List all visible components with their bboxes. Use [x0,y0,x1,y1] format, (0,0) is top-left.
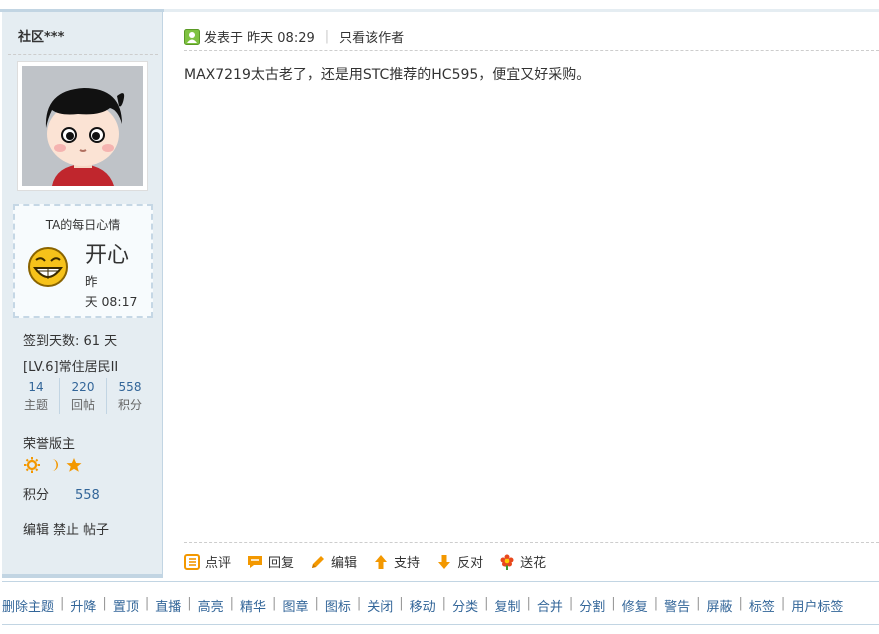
posted-time: 昨天 08:29 [247,31,315,46]
reply-icon [248,555,263,568]
moderation-toolbar: 删除主题 | 升降 | 置顶 | 直播 | 高亮 | 精华 | 图章 | 图标 | 关闭 | 移动… [2,596,844,615]
count-replies[interactable]: 220 回帖 [60,378,107,414]
post-body: MAX7219太古老了，还是用STC推荐的HC595，便宜又好采购。 [184,67,591,83]
mood-word: 开心 [85,243,130,268]
mood-title: TA的每日心情 [45,218,121,232]
daily-mood-box: TA的每日心情 开心 昨 天 08:17 [13,204,153,318]
mod-move[interactable]: 移动 [410,596,436,615]
author-only-link[interactable]: 只看该作者 [339,27,404,46]
user-online-icon [184,28,200,45]
admin-ban-link[interactable]: 禁止 [53,523,79,538]
laughing-face-icon [28,247,68,287]
admin-links: 编辑 禁止 帖子 [23,519,113,538]
user-counts: 14 主题 220 回帖 558 积分 [13,378,153,414]
edit-button[interactable]: 编辑 [310,552,357,571]
mod-split[interactable]: 分割 [579,596,605,615]
meta-divider: | [324,29,330,44]
checkin-days: 签到天数: 61 天 [23,334,118,349]
flower-icon [500,554,514,570]
author-sidebar: 社区*** TA的每日心情 开心 昨 天 08:17 签到天数: 61 天 [L… [2,12,163,578]
count-threads[interactable]: 14 主题 [13,378,60,414]
divider [2,624,879,625]
avatar[interactable] [17,61,148,191]
mod-close[interactable]: 关闭 [367,596,393,615]
mod-category[interactable]: 分类 [452,596,478,615]
divider [2,581,879,582]
star-icon [66,458,82,472]
mod-live[interactable]: 直播 [155,596,181,615]
avatar-image [22,66,143,186]
mod-copy[interactable]: 复制 [494,596,520,615]
thumbs-up-arrow-icon [375,554,388,569]
mod-block[interactable]: 屏蔽 [707,596,733,615]
posted-label: 发表于 [204,31,244,46]
moon-icon [52,459,58,471]
mod-merge[interactable]: 合并 [537,596,563,615]
mod-warn[interactable]: 警告 [664,596,690,615]
mod-stick[interactable]: 置顶 [113,596,139,615]
reply-button[interactable]: 回复 [247,552,294,571]
thumbs-down-arrow-icon [438,554,451,569]
divider [8,54,158,55]
author-name[interactable]: 社区*** [18,26,64,45]
rank-medals-icon [24,457,82,473]
rank-title[interactable]: 荣誉版主 [23,433,75,452]
comment-icon [184,553,200,570]
points-row: 积分 558 [23,488,100,503]
sun-icon [24,457,40,473]
count-points[interactable]: 558 积分 [107,378,153,414]
support-button[interactable]: 支持 [373,552,420,571]
mod-bump[interactable]: 升降 [70,596,96,615]
post-content: 发表于 昨天 08:29 | 只看该作者 MAX7219太古老了，还是用STC推… [164,12,879,578]
edit-icon [312,555,325,568]
admin-edit-link[interactable]: 编辑 [23,523,49,538]
mod-user-tag[interactable]: 用户标签 [791,596,843,615]
user-level[interactable]: [LV.6]常住居民II [23,356,118,375]
mod-repair[interactable]: 修复 [622,596,648,615]
divider [184,542,879,543]
oppose-button[interactable]: 反对 [436,552,483,571]
comment-button[interactable]: 点评 [184,552,231,571]
mod-icon[interactable]: 图标 [325,596,351,615]
points-value: 558 [75,488,100,503]
mood-time: 昨 天 08:17 [85,274,138,309]
admin-posts-link[interactable]: 帖子 [83,523,109,538]
top-border [0,0,879,12]
mod-highlight[interactable]: 高亮 [198,596,224,615]
mod-tag[interactable]: 标签 [749,596,775,615]
flower-button[interactable]: 送花 [499,552,546,571]
mod-delete-thread[interactable]: 删除主题 [2,596,54,615]
divider [184,50,879,51]
post-actions: 点评 回复 编辑 支持 反对 送花 [184,552,562,571]
mod-digest[interactable]: 精华 [240,596,266,615]
mod-stamp[interactable]: 图章 [282,596,308,615]
post-meta: 发表于 昨天 08:29 | 只看该作者 [184,27,404,46]
